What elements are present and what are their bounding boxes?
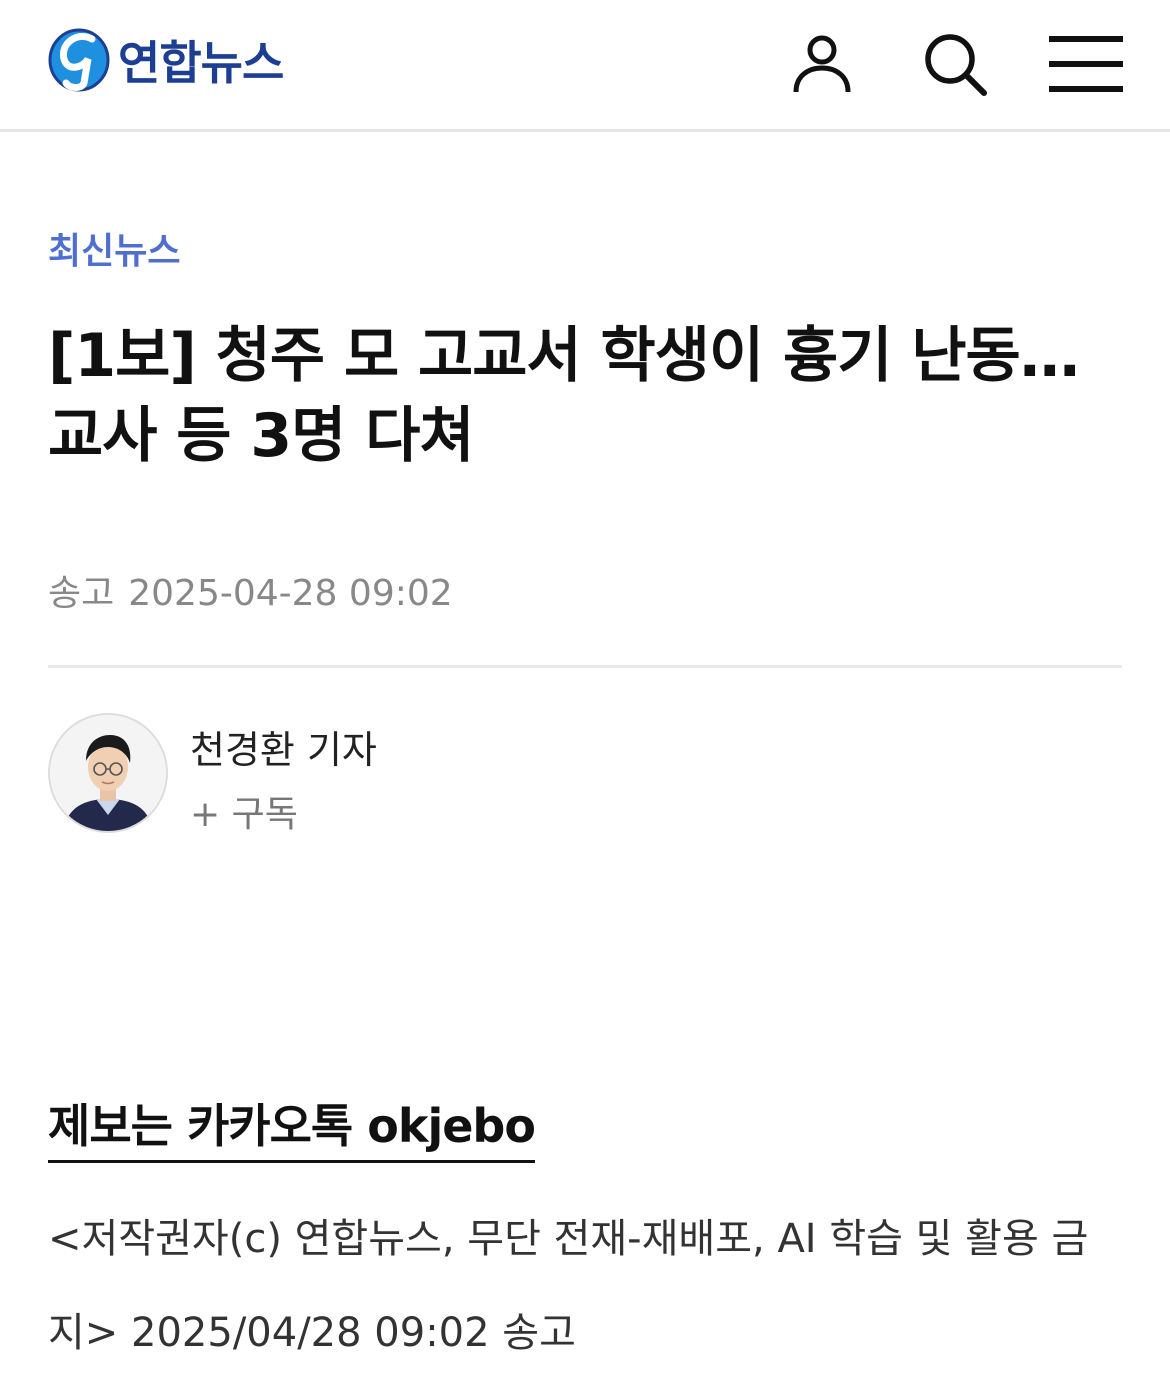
yonhap-logo-icon <box>48 28 110 92</box>
category-link[interactable]: 최신뉴스 <box>48 222 180 274</box>
logo-text: 연합뉴스 <box>118 36 284 90</box>
search-icon <box>925 34 987 96</box>
menu-button[interactable] <box>1048 26 1124 102</box>
divider <box>48 665 1122 668</box>
sent-label: 송고 <box>48 573 115 614</box>
sent-info: 송고 2025-04-28 09:02 <box>48 564 453 616</box>
yonhap-logo[interactable]: 연합뉴스 <box>48 22 284 98</box>
reporter-photo <box>50 715 166 831</box>
search-button[interactable] <box>917 26 993 102</box>
reporter-name[interactable]: 천경환 기자 <box>190 719 377 774</box>
sent-datetime: 2025-04-28 09:02 <box>128 573 453 614</box>
hamburger-menu-icon <box>1049 36 1123 92</box>
article-headline: [1보] 청주 모 고교서 학생이 흉기 난동…교사 등 3명 다쳐 <box>48 321 1080 471</box>
avatar[interactable] <box>48 713 168 833</box>
user-icon <box>793 35 851 93</box>
subscribe-button[interactable]: + 구독 <box>190 785 298 837</box>
tip-banner[interactable]: 제보는 카카오톡 okjebo <box>48 1090 536 1163</box>
top-header: 연합뉴스 <box>0 0 1170 132</box>
copyright-notice: <저작권자(c) 연합뉴스, 무단 전재-재배포, AI 학습 및 활용 금지>… <box>48 1216 1089 1356</box>
user-button[interactable] <box>784 26 860 102</box>
